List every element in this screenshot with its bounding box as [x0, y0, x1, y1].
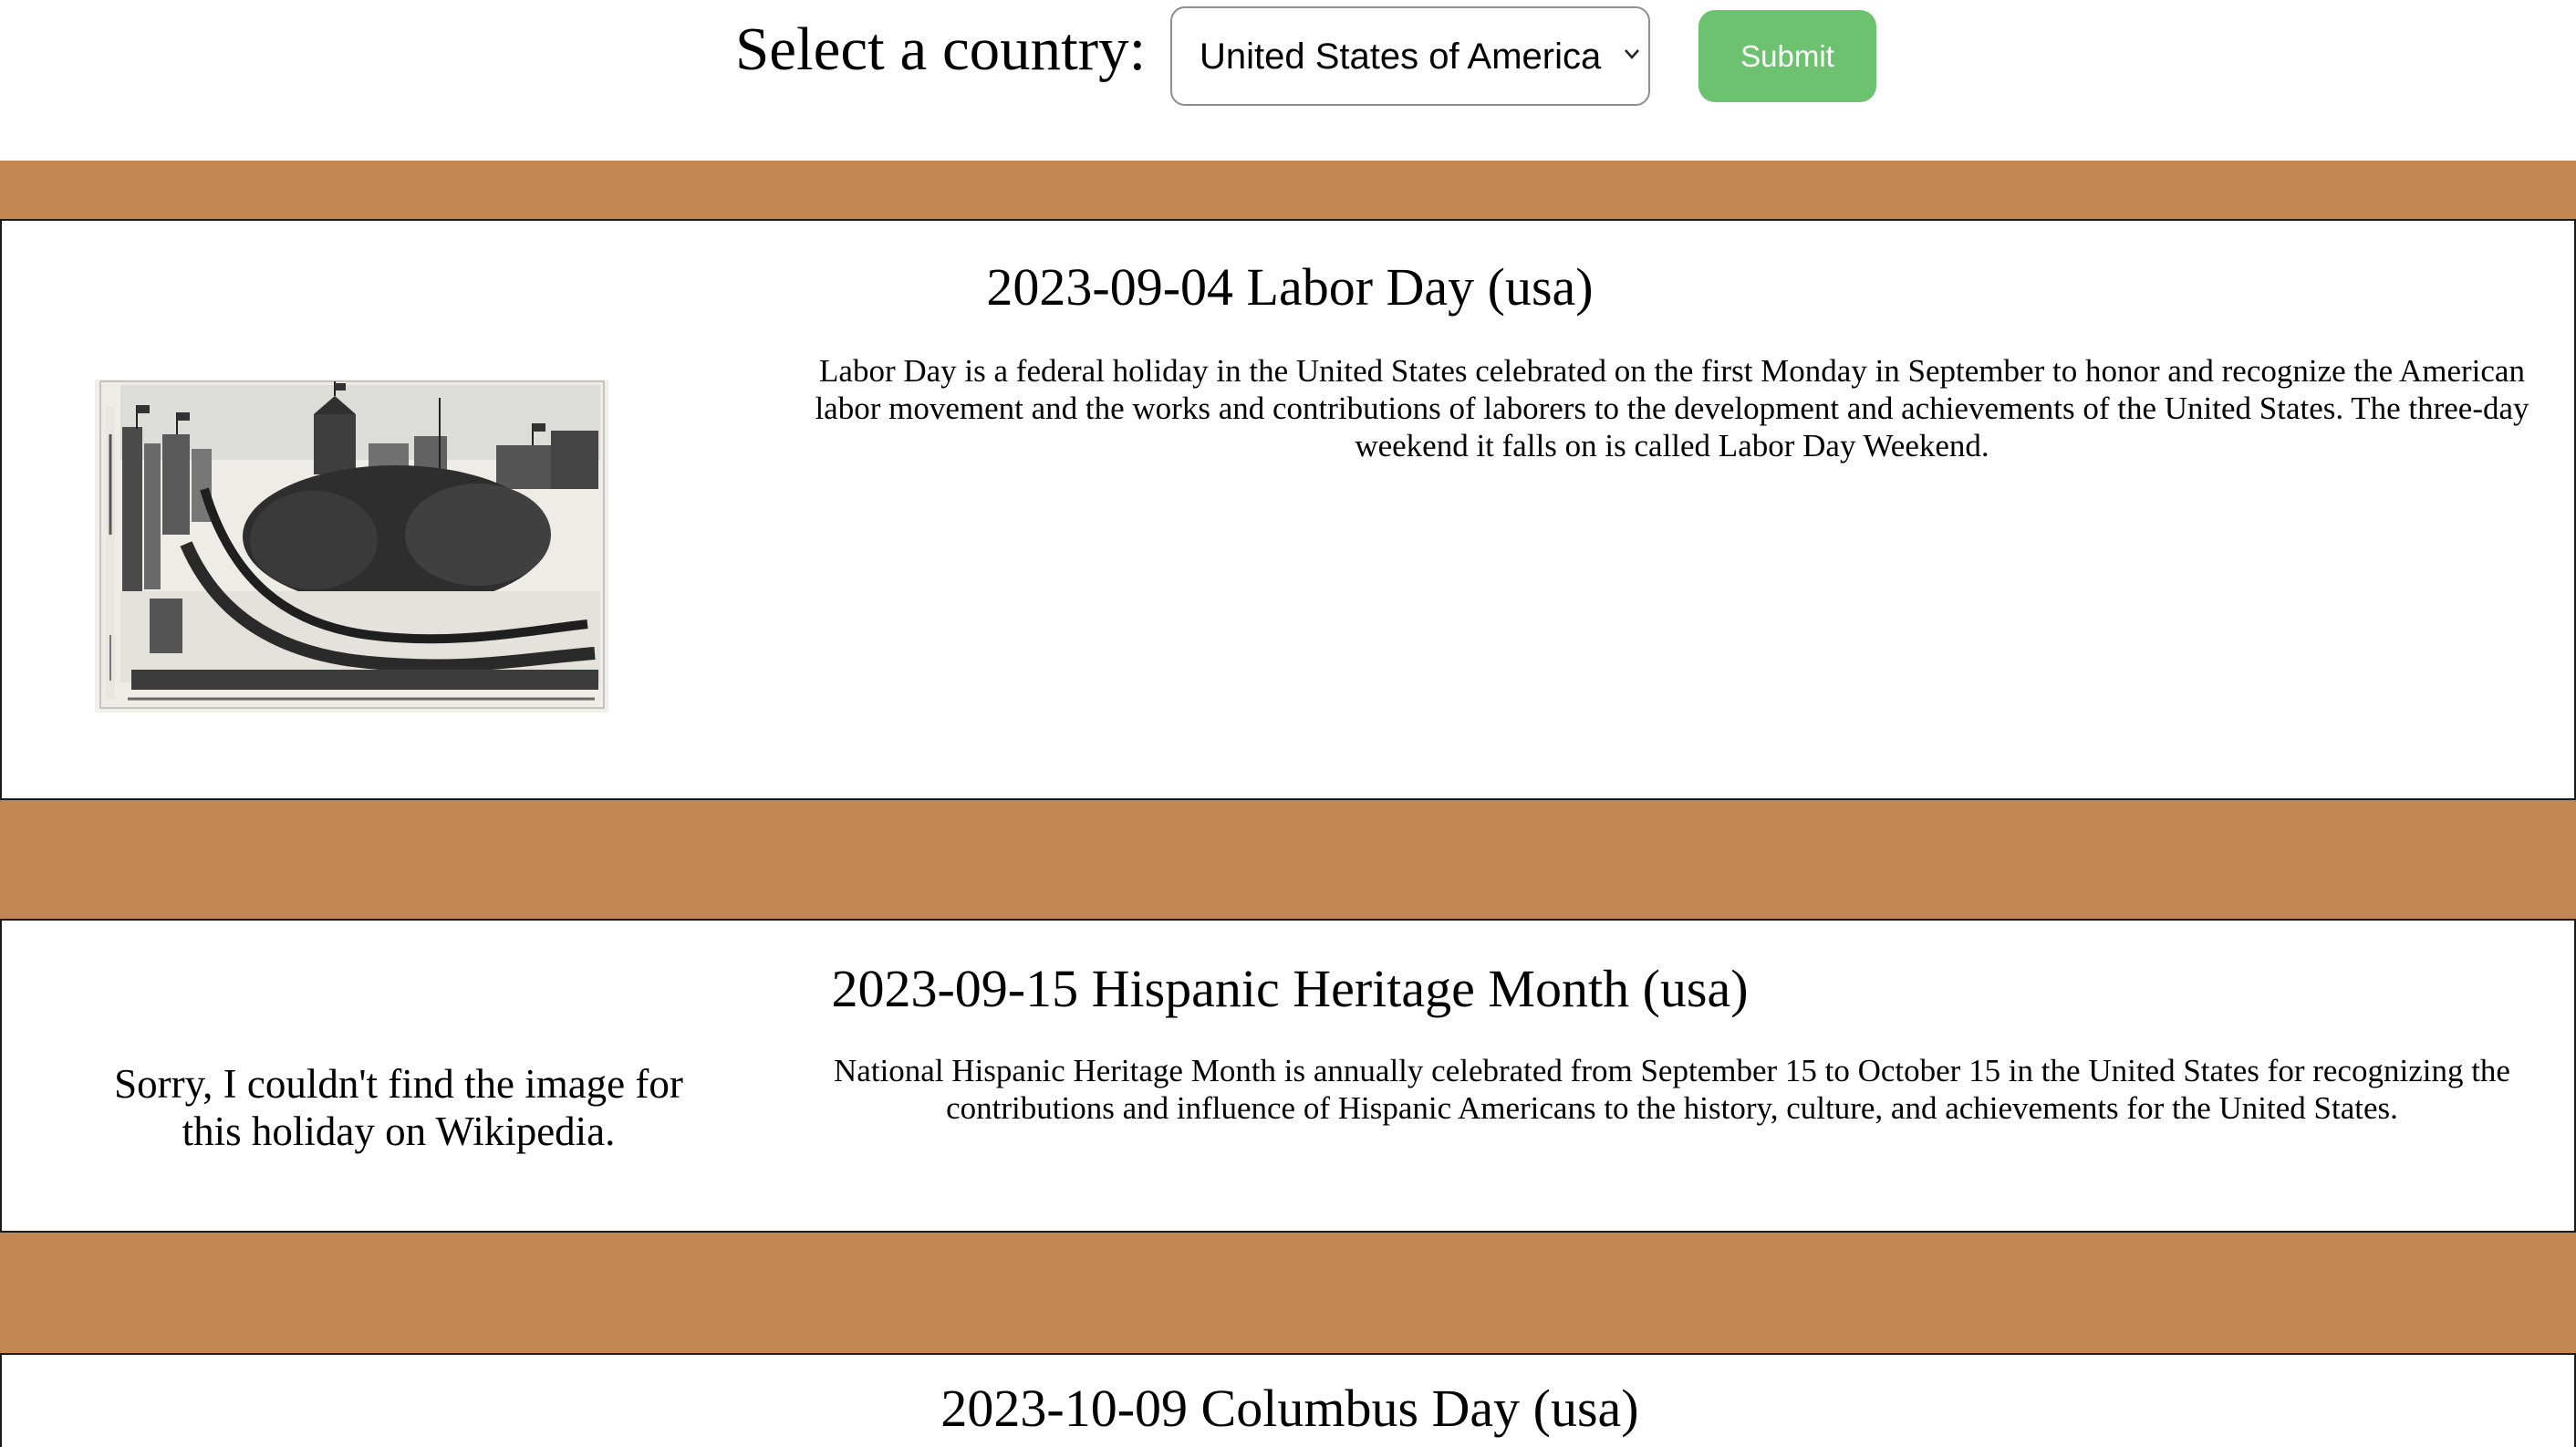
holiday-title: 2023-09-15 Hispanic Heritage Month (usa): [831, 959, 1749, 1018]
holiday-description: Labor Day is a federal holiday in the Un…: [815, 353, 2529, 463]
holiday-title: 2023-09-04 Labor Day (usa): [986, 257, 1594, 317]
holiday-card: 2023-09-04 Labor Day (usa) Labor Day is …: [0, 219, 2576, 800]
country-form: Select a country: United States of Ameri…: [0, 0, 2576, 161]
chevron-down-icon: [1625, 49, 1639, 59]
separator-band: [0, 800, 2576, 919]
separator-band: [0, 1233, 2576, 1353]
holiday-title: 2023-10-09 Columbus Day (usa): [940, 1379, 1639, 1438]
country-select[interactable]: United States of America: [1170, 6, 1650, 106]
holiday-image: [95, 380, 608, 713]
country-select-value: United States of America: [1200, 36, 1602, 77]
holiday-description: National Hispanic Heritage Month is annu…: [834, 1053, 2510, 1126]
holiday-card: 2023-09-15 Hispanic Heritage Month (usa)…: [0, 919, 2576, 1233]
submit-button[interactable]: Submit: [1698, 10, 1876, 102]
missing-image-message: Sorry, I couldn't find the image for thi…: [114, 1061, 683, 1154]
country-select-label: Select a country:: [735, 16, 1147, 83]
holiday-card: 2023-10-09 Columbus Day (usa): [0, 1353, 2576, 1447]
separator-band: [0, 161, 2576, 219]
